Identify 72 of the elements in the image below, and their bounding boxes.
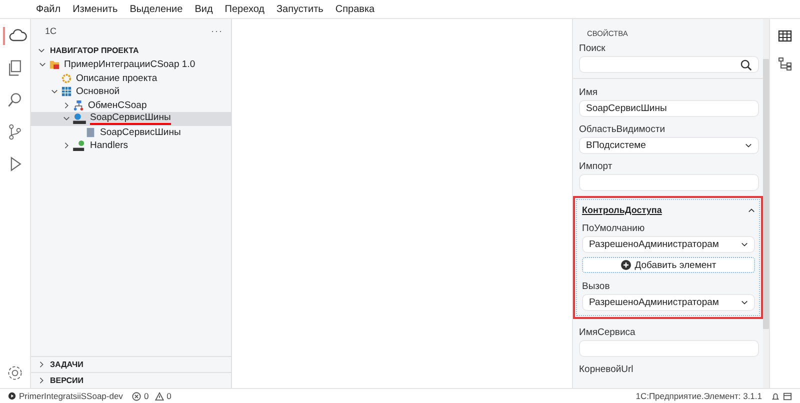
field-label: Имя xyxy=(579,86,599,100)
dropdown[interactable]: ВПодсистеме xyxy=(579,137,759,154)
chevron-icon xyxy=(38,377,45,384)
version-label: 1С:Предприятие.Элемент: 3.1.1 xyxy=(636,391,762,401)
panel-header[interactable]: ВЕРСИИ xyxy=(31,372,231,388)
warning-icon xyxy=(154,392,164,400)
caret-icon xyxy=(741,241,748,248)
error-count: 0 xyxy=(144,391,149,401)
field-label: Импорт xyxy=(579,160,614,174)
group-title[interactable]: КонтрольДоступа xyxy=(582,205,662,215)
field-label: КорневойUrl xyxy=(579,363,634,377)
hierarchy-icon xyxy=(73,100,84,111)
play-icon xyxy=(8,392,16,400)
search-icon[interactable] xyxy=(6,91,24,109)
field-label: Поиск xyxy=(579,42,606,56)
chevron-icon[interactable] xyxy=(38,61,46,68)
source-control-icon[interactable] xyxy=(6,123,24,141)
files-icon[interactable] xyxy=(6,59,24,77)
section-header[interactable]: НАВИГАТОР ПРОЕКТА xyxy=(31,43,231,58)
dropdown[interactable]: РазрешеноАдминистраторам xyxy=(582,236,755,253)
chevron-icon[interactable] xyxy=(62,142,70,150)
field-label: Вызов xyxy=(582,280,611,294)
soap-globe-icon xyxy=(73,113,86,124)
tree-item[interactable]: ПримерИнтеграцииCSoap 1.0 xyxy=(31,58,231,72)
dropdown[interactable]: РазрешеноАдминистраторам xyxy=(582,294,755,311)
plus-icon xyxy=(620,260,631,270)
caret-icon xyxy=(741,299,748,306)
layout-icon[interactable] xyxy=(783,392,792,400)
menu-item[interactable]: Справка xyxy=(335,4,375,14)
more-actions-button[interactable]: ··· xyxy=(211,26,223,36)
chevron-icon[interactable] xyxy=(50,88,58,96)
soap-handler-icon xyxy=(73,140,86,152)
error-icon xyxy=(132,392,141,400)
tree-item[interactable]: ОбменCSoap xyxy=(31,98,231,112)
cloud-icon[interactable] xyxy=(3,27,27,45)
search-icon xyxy=(740,58,752,70)
table-icon[interactable] xyxy=(778,29,792,43)
field-label: ПоУмолчанию xyxy=(582,222,646,236)
tree-item[interactable]: SoapСервисШины xyxy=(31,112,231,126)
search-field[interactable] xyxy=(579,56,759,73)
scrollbar-thumb[interactable] xyxy=(763,59,769,329)
tree-item[interactable]: Основной xyxy=(31,85,231,98)
caret-icon[interactable] xyxy=(748,206,755,214)
text-field[interactable]: SoapСервисШины xyxy=(579,100,759,117)
chevron-icon[interactable] xyxy=(62,102,70,109)
project-status[interactable]: PrimerIntegratsiiSSoap-dev xyxy=(8,391,123,401)
document-icon xyxy=(85,126,96,138)
menu-item[interactable]: Вид xyxy=(194,4,213,14)
field-label: ИмяСервиса xyxy=(579,326,636,340)
field-label: ОбластьВидимости xyxy=(579,123,666,137)
warning-count: 0 xyxy=(166,391,172,401)
menu-item[interactable]: Изменить xyxy=(72,4,118,14)
tree-item[interactable]: Handlers xyxy=(31,139,231,152)
tree-item[interactable]: Описание проекта xyxy=(31,72,231,85)
menu-item[interactable]: Запустить xyxy=(276,4,324,14)
bell-icon[interactable] xyxy=(771,392,780,400)
grid-icon xyxy=(61,86,72,98)
tree-item[interactable]: SoapСервисШины xyxy=(31,126,231,139)
add-element-button[interactable]: Добавить элемент xyxy=(582,257,755,273)
menu-item[interactable]: Переход xyxy=(224,4,265,14)
settings-icon[interactable] xyxy=(6,364,24,382)
sidebar-title: 1С xyxy=(45,26,57,36)
folder-icon xyxy=(49,59,60,70)
menu-item[interactable]: Выделение xyxy=(130,4,183,14)
menu-item[interactable]: Файл xyxy=(36,4,61,14)
chevron-icon xyxy=(38,361,45,368)
caret-icon xyxy=(745,142,752,149)
chevron-icon[interactable] xyxy=(62,115,70,122)
structure-icon[interactable] xyxy=(778,57,792,71)
gear-icon xyxy=(61,72,72,84)
panel-header[interactable]: ЗАДАЧИ xyxy=(31,356,231,372)
chevron-icon xyxy=(38,47,45,54)
